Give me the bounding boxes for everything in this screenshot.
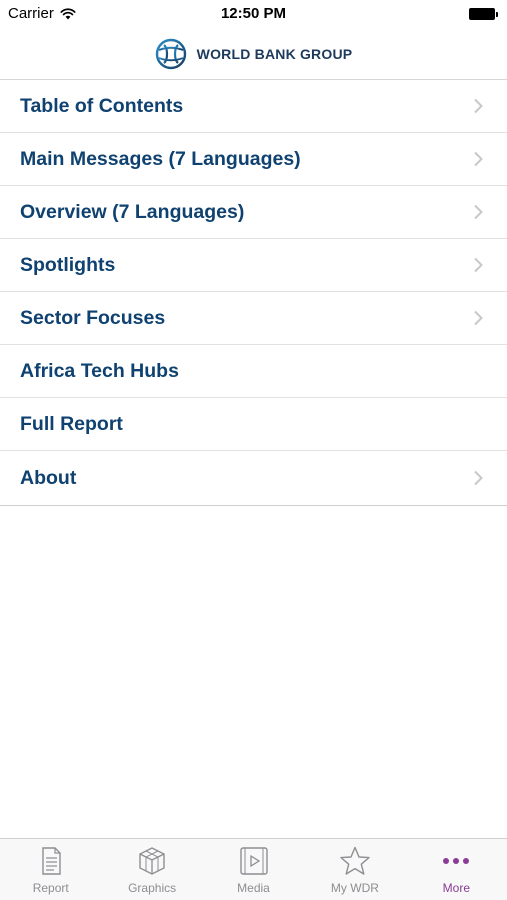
menu-item-about[interactable]: About bbox=[0, 451, 507, 505]
tab-graphics[interactable]: Graphics bbox=[101, 839, 202, 900]
tab-label: Report bbox=[32, 881, 69, 895]
chevron-right-icon bbox=[474, 257, 483, 273]
app-header: WORLD BANK GROUP bbox=[0, 28, 507, 80]
menu-item-overview[interactable]: Overview (7 Languages) bbox=[0, 186, 507, 239]
menu-item-label: Africa Tech Hubs bbox=[20, 359, 179, 382]
graphics-icon bbox=[139, 847, 165, 875]
brand: WORLD BANK GROUP bbox=[155, 38, 353, 70]
chevron-right-icon bbox=[474, 151, 483, 167]
menu-list: Table of Contents Main Messages (7 Langu… bbox=[0, 80, 507, 506]
menu-item-label: Sector Focuses bbox=[20, 306, 166, 329]
tab-label: More bbox=[442, 881, 470, 895]
menu-item-spotlights[interactable]: Spotlights bbox=[0, 239, 507, 292]
world-bank-globe-icon bbox=[155, 38, 186, 69]
menu-item-full-report[interactable]: Full Report bbox=[0, 398, 507, 451]
more-icon bbox=[443, 858, 470, 864]
battery-icon bbox=[469, 7, 499, 21]
menu-item-sector-focuses[interactable]: Sector Focuses bbox=[0, 292, 507, 345]
chevron-right-icon bbox=[474, 470, 483, 486]
chevron-right-icon bbox=[474, 310, 483, 326]
chevron-right-icon bbox=[474, 98, 483, 114]
menu-item-africa-tech-hubs[interactable]: Africa Tech Hubs bbox=[0, 345, 507, 398]
media-icon bbox=[239, 847, 268, 875]
chevron-right-icon bbox=[474, 204, 483, 220]
tab-label: Graphics bbox=[128, 881, 177, 895]
report-icon bbox=[42, 847, 61, 875]
menu-item-label: Overview (7 Languages) bbox=[20, 200, 245, 223]
menu-item-label: Table of Contents bbox=[20, 94, 184, 117]
menu-item-label: Spotlights bbox=[20, 253, 116, 276]
tab-media[interactable]: Media bbox=[203, 839, 304, 900]
tab-more[interactable]: More bbox=[406, 839, 507, 900]
star-icon bbox=[340, 846, 370, 875]
menu-item-label: Full Report bbox=[20, 412, 123, 435]
brand-name: WORLD BANK GROUP bbox=[196, 45, 353, 62]
menu-item-table-of-contents[interactable]: Table of Contents bbox=[0, 80, 507, 133]
status-time: 12:50 PM bbox=[220, 5, 287, 22]
menu-item-main-messages[interactable]: Main Messages (7 Languages) bbox=[0, 133, 507, 186]
tab-report[interactable]: Report bbox=[0, 839, 101, 900]
tab-label: Media bbox=[237, 881, 270, 895]
tab-label: My WDR bbox=[330, 881, 379, 895]
menu-item-label: About bbox=[20, 466, 77, 489]
tab-bar: Report Graphics Media My WDR More bbox=[0, 838, 507, 900]
tab-my-wdr[interactable]: My WDR bbox=[304, 839, 405, 900]
menu-item-label: Main Messages (7 Languages) bbox=[20, 147, 301, 170]
status-bar: Carrier 12:50 PM bbox=[0, 0, 507, 28]
